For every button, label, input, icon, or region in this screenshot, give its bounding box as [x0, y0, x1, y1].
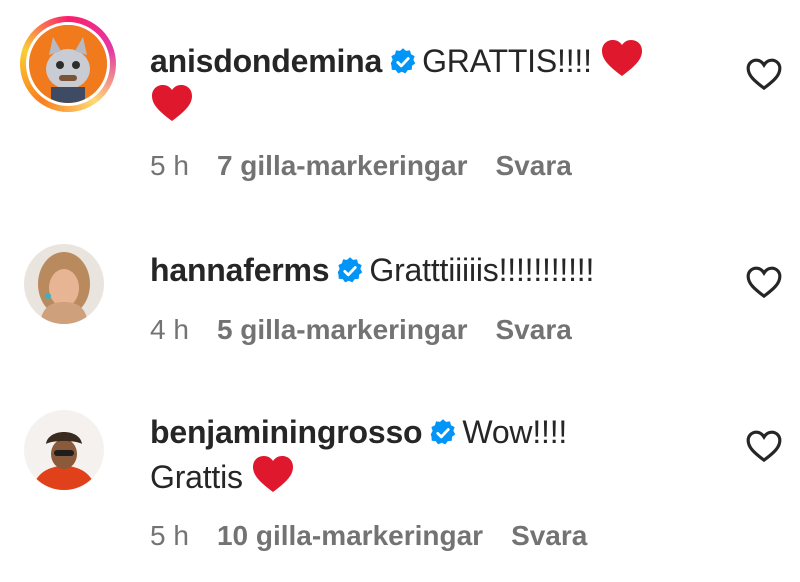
verified-badge-icon — [390, 48, 416, 74]
comment-body: GRATTIS!!!! — [422, 43, 592, 79]
comment-time: 5 h — [150, 150, 189, 181]
likes-count-button[interactable]: 7 gilla-markeringar — [217, 150, 468, 181]
red-heart-emoji — [601, 40, 642, 76]
username[interactable]: anisdondemina — [150, 43, 382, 79]
comment-time: 4 h — [150, 314, 189, 345]
comment-body-line2: Grattis — [150, 459, 243, 495]
comment-meta: 4 h 5 gilla-markeringar Svara — [150, 314, 600, 346]
comment-meta: 5 h 10 gilla-markeringar Svara — [150, 520, 615, 552]
likes-count-button[interactable]: 5 gilla-markeringar — [217, 314, 468, 345]
avatar[interactable] — [24, 410, 104, 490]
comment-text: hannaferms Gratttiiiiis!!!!!!!!!!! — [150, 248, 710, 292]
comment-time: 5 h — [150, 520, 189, 551]
red-heart-emoji — [252, 456, 293, 492]
reply-button[interactable]: Svara — [496, 314, 572, 345]
comment-body: Wow!!!! — [462, 414, 568, 450]
verified-badge-icon — [338, 257, 363, 283]
heart-outline-icon[interactable] — [744, 262, 784, 302]
username[interactable]: benjaminingrosso — [150, 414, 423, 450]
avatar-story-ring[interactable] — [20, 16, 116, 112]
reply-button[interactable]: Svara — [511, 520, 587, 551]
heart-outline-icon[interactable] — [744, 54, 784, 94]
heart-outline-icon[interactable] — [744, 426, 784, 466]
comment-text: anisdondemina GRATTIS!!!! — [150, 38, 710, 128]
likes-count-button[interactable]: 10 gilla-markeringar — [217, 520, 483, 551]
username[interactable]: hannaferms — [150, 252, 330, 288]
verified-badge-icon — [431, 419, 456, 445]
avatar — [26, 22, 110, 106]
comment-text: benjaminingrosso Wow!!!! Grattis — [150, 410, 710, 499]
red-heart-emoji — [152, 85, 192, 121]
avatar[interactable] — [24, 244, 104, 324]
comment-meta: 5 h 7 gilla-markeringar Svara — [150, 150, 600, 182]
comment-body: Gratttiiiiis!!!!!!!!!!! — [369, 252, 595, 288]
reply-button[interactable]: Svara — [496, 150, 572, 181]
